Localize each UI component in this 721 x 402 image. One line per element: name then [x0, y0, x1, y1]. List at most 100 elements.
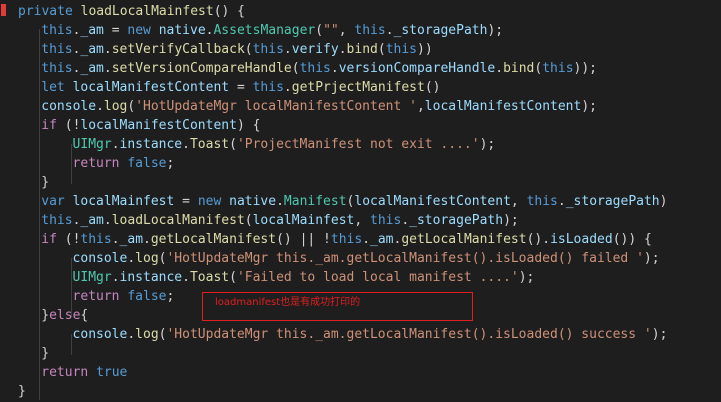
- code-token: _am: [119, 232, 144, 247]
- code-token: (: [229, 137, 237, 152]
- code-token: native: [229, 194, 277, 209]
- code-token: .: [103, 61, 112, 76]
- code-token: return: [41, 365, 89, 380]
- code-token: (!: [56, 232, 81, 247]
- code-token: return: [72, 156, 120, 171]
- code-token: }: [41, 308, 50, 323]
- code-line: let localManifestContent = this.getPrjec…: [41, 78, 440, 97]
- code-token: return: [72, 289, 120, 304]
- code-token: Toast: [189, 137, 230, 152]
- code-token: setVerifyCallback: [111, 42, 245, 57]
- code-token: _storagePath: [565, 194, 660, 209]
- code-token: localManifestContent: [80, 118, 237, 133]
- code-token: {: [80, 308, 89, 323]
- code-token: =: [229, 80, 253, 95]
- code-token: )): [417, 42, 433, 57]
- code-token: verify: [291, 42, 339, 57]
- code-token: ) {: [236, 118, 261, 133]
- code-token: );: [487, 23, 504, 38]
- code-token: _storagePath: [393, 23, 488, 38]
- code-token: ,: [416, 99, 425, 114]
- code-token: this: [526, 194, 558, 209]
- code-token: new: [127, 23, 151, 38]
- code-token: .: [182, 137, 190, 152]
- code-token: ;: [166, 289, 175, 304]
- code-token: 'ProjectManifest not exit ....': [236, 137, 480, 152]
- code-token: UIMgr: [72, 137, 112, 152]
- code-token: .: [127, 327, 136, 342]
- code-token: ()) {: [612, 232, 652, 247]
- code-token: localManifestContent: [354, 194, 511, 209]
- code-token: .: [495, 61, 504, 76]
- code-token: .: [111, 232, 120, 247]
- code-token: getPrjectManifest: [291, 80, 425, 95]
- code-line: }: [41, 344, 49, 363]
- code-token: this: [41, 61, 73, 76]
- code-token: _am: [80, 42, 104, 57]
- code-line: console.log('HotUpdateMgr localManifestC…: [41, 97, 597, 116]
- code-token: if: [41, 232, 57, 247]
- code-token: .: [401, 213, 410, 228]
- code-token: .: [338, 42, 347, 57]
- code-token: );: [643, 251, 660, 266]
- code-token: setVersionCompareHandle: [111, 61, 292, 76]
- code-token: false: [127, 289, 167, 304]
- code-line: return false;: [73, 154, 175, 173]
- code-token: .: [283, 42, 292, 57]
- code-line: console.log('HotUpdateMgr this._am.getLo…: [73, 249, 660, 268]
- code-token: _am: [370, 232, 394, 247]
- code-token: "": [323, 23, 339, 38]
- code-token: .: [143, 232, 151, 247]
- code-token: );: [503, 213, 519, 228]
- code-token: _am: [80, 213, 104, 228]
- code-token: Manifest: [283, 194, 347, 209]
- code-token: 'HotUpdateMgr this._am.getLocalManifest(…: [166, 251, 644, 266]
- code-token: .: [557, 194, 566, 209]
- code-token: }: [18, 384, 26, 399]
- code-line: this._am.loadLocalManifest(localMainfest…: [41, 211, 518, 230]
- indent-guide: [70, 334, 72, 355]
- code-token: 'HotUpdateMgr localManifestContent ': [135, 99, 417, 114]
- code-token: ;: [166, 156, 175, 171]
- code-token: .: [362, 232, 371, 247]
- code-line: var localMainfest = new native.Manifest(…: [41, 192, 667, 211]
- code-token: .: [283, 80, 292, 95]
- code-token: native: [158, 23, 206, 38]
- indent-guide: [39, 29, 41, 400]
- code-token: 'HotUpdateMgr this._am.getLocalManifest(…: [166, 327, 652, 342]
- code-token: this: [385, 42, 417, 57]
- code-token: this: [542, 61, 574, 76]
- code-token: log: [135, 327, 159, 342]
- code-token: (): [424, 80, 441, 95]
- code-token: .: [127, 251, 136, 266]
- code-token: localManifestContent: [424, 99, 582, 114]
- indent-guide: [70, 144, 72, 184]
- code-token: this: [330, 232, 363, 247]
- code-token: );: [479, 137, 496, 152]
- annotation-text: loadmanifest也是有成功打印的: [215, 297, 361, 308]
- code-token: (: [377, 42, 386, 57]
- code-token: console: [41, 99, 97, 114]
- code-line: }else{: [41, 306, 88, 325]
- code-token: =: [103, 23, 128, 38]
- code-editor[interactable]: private loadLocalMainfest() {this._am = …: [0, 0, 721, 402]
- code-line: if (!this._am.getLocalManifest() || !thi…: [41, 230, 652, 249]
- code-line: this._am = new native.AssetsManager("", …: [41, 21, 503, 40]
- code-token: (: [291, 61, 300, 76]
- code-token: this: [80, 232, 112, 247]
- code-token: .: [111, 270, 120, 285]
- code-token: (: [229, 270, 237, 285]
- code-token: let: [41, 80, 65, 95]
- code-token: instance: [119, 270, 183, 285]
- code-line: console.log('HotUpdateMgr this._am.getLo…: [73, 325, 668, 344]
- code-token: log: [135, 251, 159, 266]
- code-token: AssetsManager: [213, 23, 316, 38]
- code-token: console: [72, 251, 128, 266]
- code-line: UIMgr.instance.Toast('ProjectManifest no…: [73, 135, 496, 154]
- code-token: (!: [56, 118, 81, 133]
- code-token: console: [72, 327, 128, 342]
- code-token: new: [197, 194, 222, 209]
